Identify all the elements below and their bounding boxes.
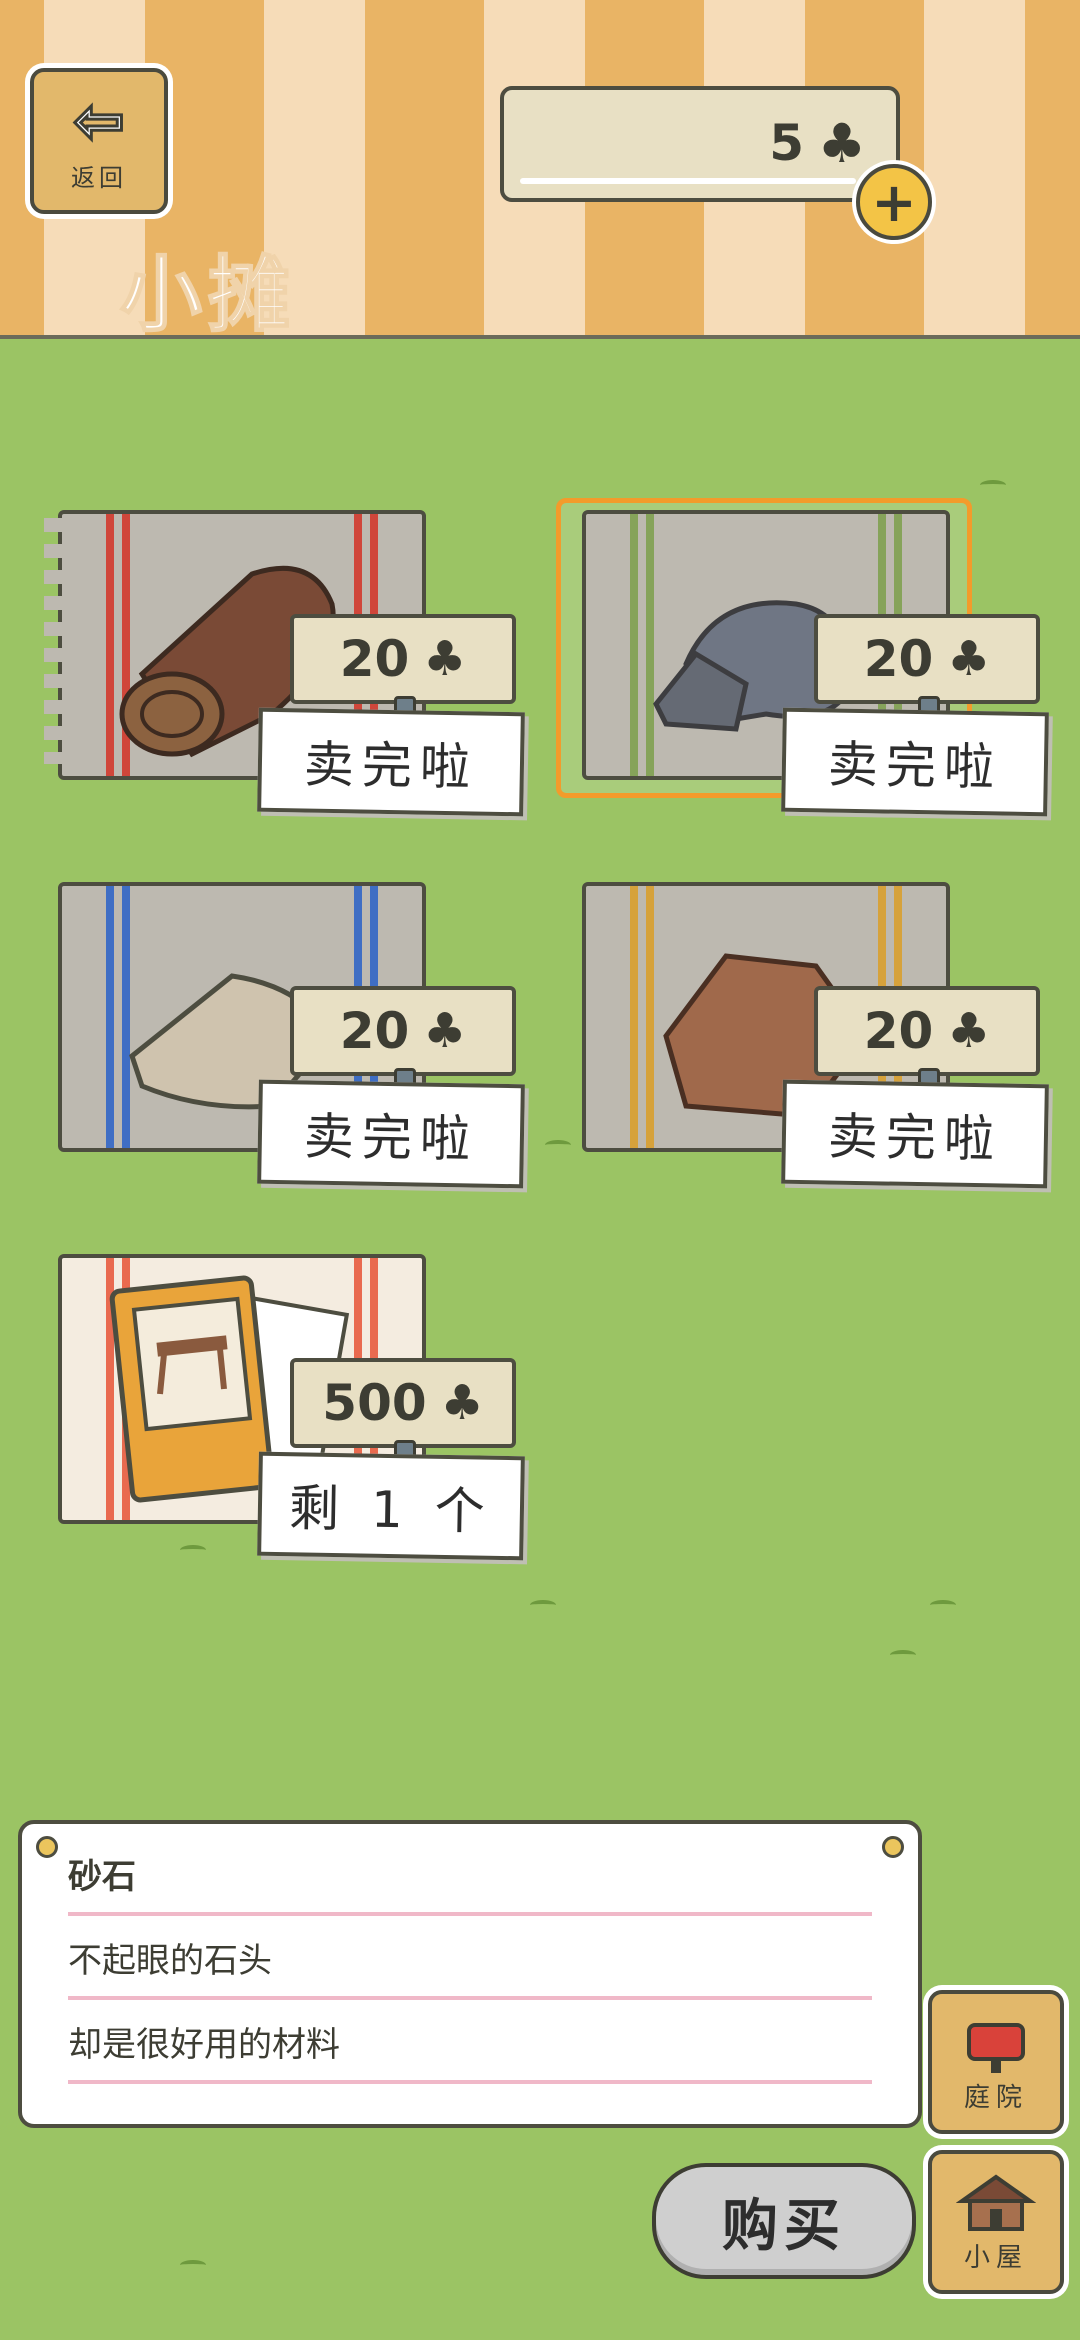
plus-icon: +: [871, 170, 917, 234]
price-value: 500: [322, 1374, 427, 1432]
item-info-panel: 砂石 不起眼的石头 却是很好用的材料: [18, 1820, 922, 2128]
clover-icon: ♣: [947, 1003, 991, 1059]
mailbox-icon: [967, 2022, 1025, 2073]
yard-label: 庭院: [963, 2082, 1028, 2113]
grass-decoration: [930, 1600, 956, 1610]
grass-decoration: [180, 2260, 206, 2270]
back-label: 返回: [71, 163, 127, 192]
status-card: 卖完啦: [781, 707, 1049, 817]
currency-display: 5 ♣: [500, 86, 900, 202]
shop-item-cloth-bag[interactable]: 20 ♣ 卖完啦: [44, 882, 544, 1202]
price-tag: 20 ♣: [814, 614, 1040, 704]
rug-fringe: [44, 518, 62, 764]
shop-item-gravel-stone[interactable]: 20 ♣ 卖完啦: [556, 498, 1068, 830]
clover-icon: ♣: [947, 631, 991, 687]
price-value: 20: [339, 630, 410, 688]
grass-decoration: [530, 1600, 556, 1610]
item-name: 砂石: [68, 1836, 872, 1916]
house-button[interactable]: 小屋: [928, 2150, 1064, 2294]
item-description-line: 却是很好用的材料: [68, 2004, 872, 2084]
clover-icon: ♣: [423, 631, 467, 687]
price-value: 20: [863, 630, 934, 688]
add-currency-button[interactable]: +: [856, 164, 932, 240]
price-tag: 20 ♣: [290, 986, 516, 1076]
page-title: 小摊: [119, 247, 297, 344]
back-button[interactable]: ⇦ 返回: [30, 68, 168, 214]
item-description-line: 不起眼的石头: [68, 1920, 872, 2000]
buy-button[interactable]: 购买: [652, 2163, 916, 2279]
price-value: 20: [339, 1002, 410, 1060]
shop-item-furniture-catalog[interactable]: 500 ♣ 剩 1 个: [44, 1254, 544, 1574]
pin-dot: [36, 1836, 58, 1858]
clover-icon: ♣: [817, 112, 866, 175]
house-label: 小屋: [963, 2242, 1028, 2273]
price-value: 20: [863, 1002, 934, 1060]
price-tag: 500 ♣: [290, 1358, 516, 1448]
grass-decoration: [980, 480, 1006, 490]
clover-icon: ♣: [423, 1003, 467, 1059]
price-tag: 20 ♣: [290, 614, 516, 704]
price-tag: 20 ♣: [814, 986, 1040, 1076]
back-arrow-icon: ⇦: [72, 83, 127, 157]
status-card: 卖完啦: [257, 707, 525, 817]
status-card: 卖完啦: [781, 1079, 1049, 1189]
shop-item-clay-rock[interactable]: 20 ♣ 卖完啦: [568, 882, 1068, 1202]
house-icon: [956, 2174, 1036, 2231]
grass-decoration: [890, 1650, 916, 1660]
header-bar: ⇦ 返回 小摊 5 ♣ +: [0, 0, 1080, 344]
clover-icon: ♣: [440, 1375, 484, 1431]
yard-button[interactable]: 庭院: [928, 1990, 1064, 2134]
status-card: 卖完啦: [257, 1079, 525, 1189]
status-card: 剩 1 个: [257, 1451, 525, 1561]
pin-dot: [882, 1836, 904, 1858]
shop-item-wood-log[interactable]: 20 ♣ 卖完啦: [44, 510, 544, 830]
currency-count: 5: [769, 114, 804, 172]
